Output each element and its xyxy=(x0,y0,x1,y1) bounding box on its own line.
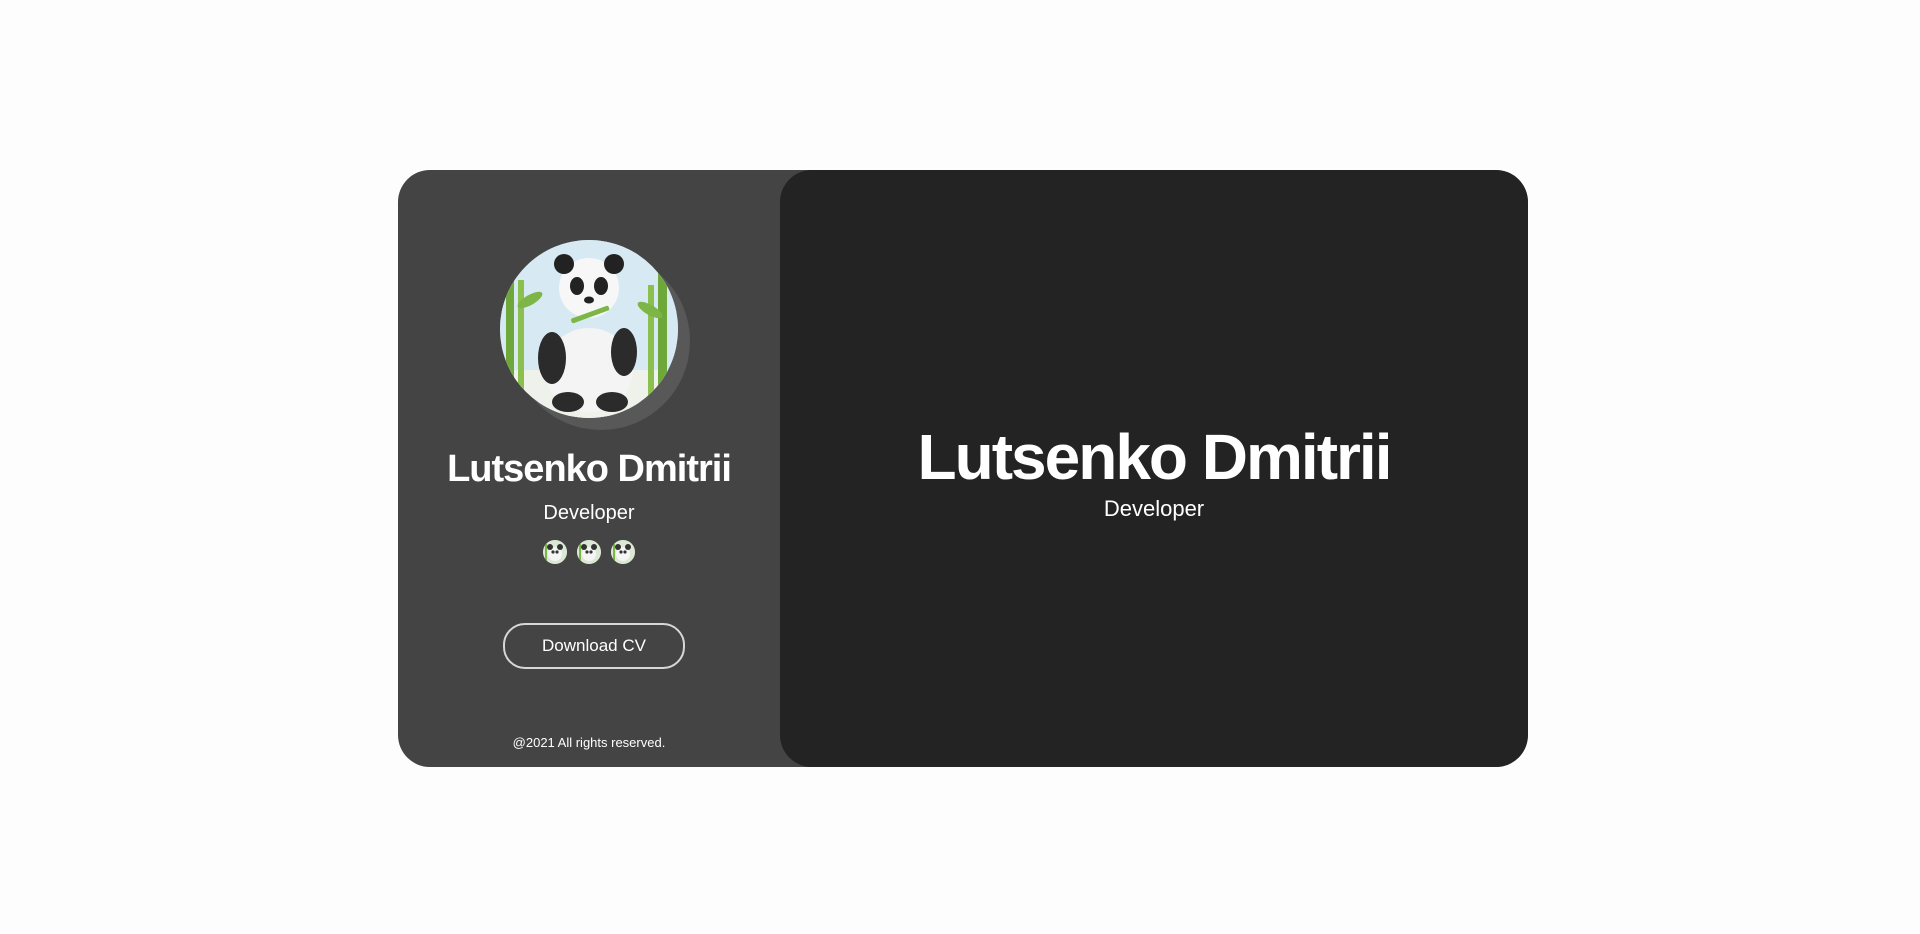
social-link-3-panda-icon[interactable] xyxy=(611,540,635,564)
hero-name: Lutsenko Dmitrii xyxy=(917,421,1393,493)
footer-copyright: @2021 All rights reserved. xyxy=(512,735,666,750)
sidebar-name: Lutsenko Dmitrii xyxy=(447,448,732,490)
profile-card: Lutsenko Dmitrii Developer Download CV @… xyxy=(398,170,1528,767)
download-cv-button[interactable]: Download CV xyxy=(503,623,685,669)
avatar xyxy=(500,240,678,418)
social-links xyxy=(398,540,780,564)
avatar-wrap xyxy=(500,240,690,430)
social-link-1-panda-icon[interactable] xyxy=(543,540,567,564)
main-panel: Lutsenko Dmitrii Developer xyxy=(780,170,1528,767)
social-link-2-panda-icon[interactable] xyxy=(577,540,601,564)
panda-avatar-icon xyxy=(500,240,678,418)
sidebar: Lutsenko Dmitrii Developer Download CV @… xyxy=(398,170,780,767)
hero-role: Developer xyxy=(1103,496,1205,521)
sidebar-role: Developer xyxy=(543,502,635,524)
